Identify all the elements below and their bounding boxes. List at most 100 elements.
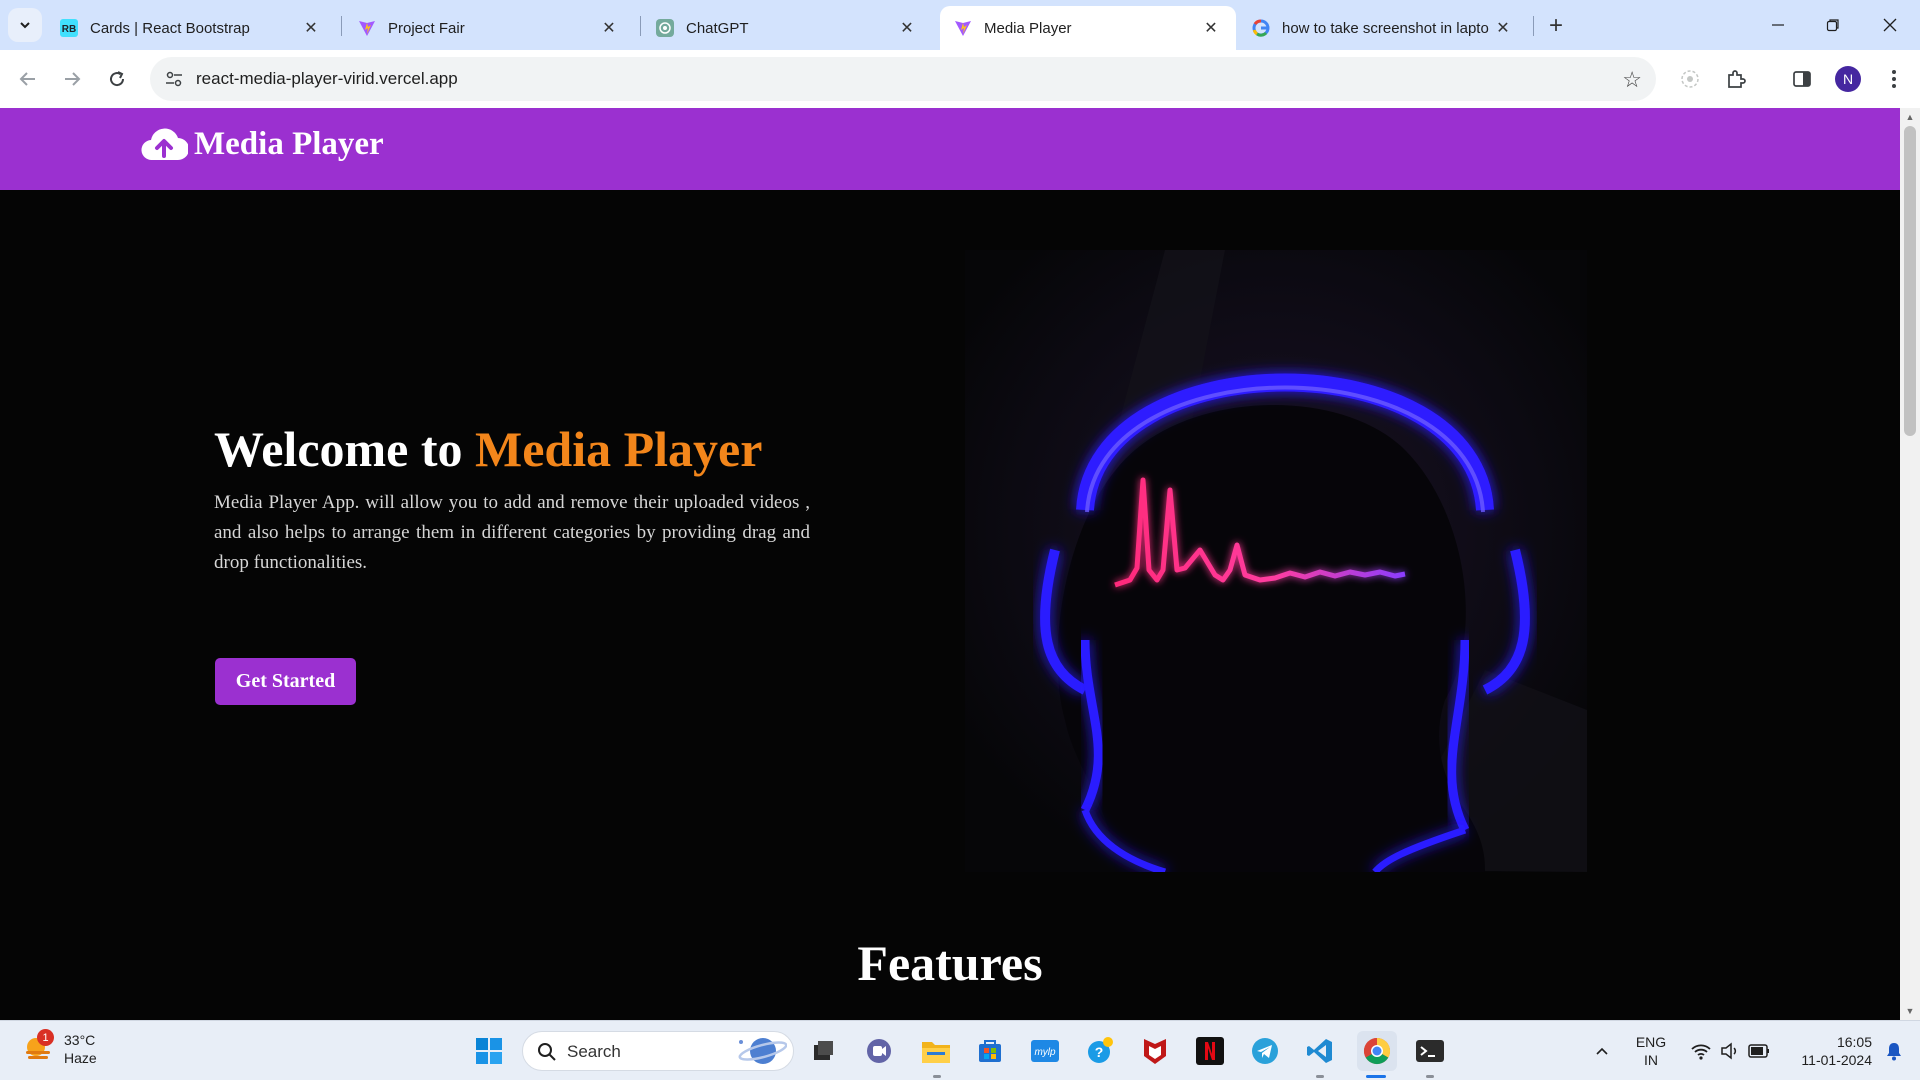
side-panel-icon[interactable] — [1788, 65, 1816, 93]
system-tray-status[interactable] — [1680, 1033, 1780, 1069]
running-indicator — [1426, 1075, 1434, 1078]
tab-google-search[interactable]: how to take screenshot in lapto ✕ — [1238, 6, 1528, 50]
chrome-taskbar-icon[interactable] — [1357, 1031, 1397, 1071]
taskbar-search-box[interactable]: Search — [522, 1031, 794, 1071]
forward-button[interactable] — [56, 63, 88, 95]
language-indicator[interactable]: ENG IN — [1626, 1033, 1676, 1069]
close-icon[interactable]: ✕ — [1492, 17, 1514, 39]
get-started-button[interactable]: Get Started — [215, 658, 356, 705]
running-indicator — [1316, 1075, 1324, 1078]
vite-icon — [954, 19, 972, 37]
weather-alert-badge: 1 — [37, 1029, 54, 1046]
tab-chatgpt[interactable]: ChatGPT ✕ — [642, 6, 932, 50]
weather-temperature: 33°C — [64, 1032, 96, 1048]
start-button[interactable] — [471, 1033, 507, 1069]
tab-cards-react-bootstrap[interactable]: RB Cards | React Bootstrap ✕ — [46, 6, 336, 50]
close-icon[interactable]: ✕ — [1200, 17, 1222, 39]
battery-icon — [1748, 1044, 1769, 1058]
extensions-puzzle-icon[interactable] — [1722, 65, 1750, 93]
close-icon[interactable]: ✕ — [598, 17, 620, 39]
file-explorer-icon[interactable] — [918, 1033, 954, 1069]
tab-title: Media Player — [984, 19, 1072, 37]
close-icon — [1883, 18, 1897, 32]
teams-chat-icon[interactable] — [861, 1033, 897, 1069]
task-view-icon[interactable] — [805, 1033, 841, 1069]
tab-project-fair[interactable]: Project Fair ✕ — [344, 6, 634, 50]
address-bar[interactable]: react-media-player-virid.vercel.app ☆ — [150, 57, 1656, 101]
planet-highlight-icon — [738, 1038, 787, 1064]
browser-tab-strip: RB Cards | React Bootstrap ✕ Project Fai… — [0, 0, 1920, 50]
arrow-right-icon — [65, 72, 81, 86]
tab-separator — [341, 16, 342, 36]
haze-weather-icon: 1 — [22, 1029, 54, 1065]
scroll-down-arrow-icon[interactable]: ▼ — [1905, 1006, 1915, 1016]
reload-icon — [110, 71, 125, 87]
show-hidden-icons-chevron-up-icon[interactable] — [1584, 1033, 1620, 1069]
url-text[interactable]: react-media-player-virid.vercel.app — [196, 69, 458, 89]
scrollbar-thumb[interactable] — [1904, 126, 1916, 436]
scroll-up-arrow-icon[interactable]: ▲ — [1905, 112, 1915, 122]
minimize-button[interactable] — [1758, 8, 1798, 42]
back-button[interactable] — [12, 63, 44, 95]
arrow-left-icon — [19, 72, 35, 86]
search-icon — [538, 1043, 556, 1061]
chevron-down-icon — [20, 22, 30, 29]
language-line-2: IN — [1644, 1052, 1658, 1068]
clock-date: 11-01-2024 — [1801, 1052, 1872, 1068]
mylp-app-icon[interactable]: mylp — [1027, 1033, 1063, 1069]
weather-widget[interactable]: 1 33°C Haze — [22, 1029, 97, 1067]
browser-toolbar: react-media-player-virid.vercel.app ☆ N — [0, 50, 1920, 108]
brand-link[interactable]: Media Player — [140, 124, 384, 164]
microsoft-store-icon[interactable] — [972, 1033, 1008, 1069]
mcafee-icon[interactable] — [1137, 1033, 1173, 1069]
netflix-icon[interactable] — [1192, 1033, 1228, 1069]
notification-bell-icon[interactable] — [1876, 1033, 1912, 1069]
tab-media-player[interactable]: Media Player ✕ — [940, 6, 1236, 50]
hero-headphones-image — [965, 250, 1587, 872]
restore-icon — [1826, 19, 1839, 32]
chatgpt-icon — [656, 19, 674, 37]
weather-condition: Haze — [64, 1050, 97, 1066]
tab-separator — [640, 16, 641, 36]
wifi-icon — [1691, 1044, 1711, 1060]
plus-icon: + — [1548, 12, 1563, 39]
bookmark-star-icon[interactable]: ☆ — [1622, 67, 1642, 93]
kebab-menu-icon[interactable] — [1880, 65, 1908, 93]
search-label: Search — [567, 1042, 621, 1061]
hero-title-prefix: Welcome to — [214, 421, 476, 477]
tab-search-button[interactable] — [8, 8, 42, 42]
windows-logo-icon — [476, 1038, 502, 1064]
brand-title: Media Player — [194, 125, 384, 162]
terminal-icon[interactable] — [1412, 1033, 1448, 1069]
site-info-icon[interactable] — [164, 69, 184, 89]
cloud-upload-icon — [141, 128, 188, 161]
svg-text:mylp: mylp — [1034, 1047, 1056, 1058]
hero-title-accent: Media Player — [475, 421, 763, 477]
windows-taskbar: 1 33°C Haze Search mylp ? ENG IN 16:05 1… — [0, 1020, 1920, 1080]
tab-title: Cards | React Bootstrap — [90, 19, 250, 37]
tab-separator — [1533, 16, 1534, 36]
restore-button[interactable] — [1813, 8, 1853, 42]
close-icon[interactable]: ✕ — [300, 17, 322, 39]
clock[interactable]: 16:05 11-01-2024 — [1782, 1033, 1872, 1069]
app-navbar: Media Player — [0, 108, 1900, 190]
active-app-indicator — [1366, 1075, 1386, 1078]
profile-avatar[interactable]: N — [1835, 66, 1861, 92]
svg-text:?: ? — [1095, 1044, 1104, 1060]
new-tab-button[interactable]: + — [1542, 12, 1570, 40]
features-heading: Features — [857, 935, 1043, 991]
extension-loading-icon[interactable] — [1676, 65, 1704, 93]
tab-title: Project Fair — [388, 19, 465, 37]
telegram-icon[interactable] — [1247, 1033, 1283, 1069]
get-help-icon[interactable]: ? — [1082, 1033, 1118, 1069]
vscode-icon[interactable] — [1302, 1033, 1338, 1069]
google-icon — [1252, 19, 1270, 37]
close-window-button[interactable] — [1870, 8, 1910, 42]
vite-icon — [358, 19, 376, 37]
react-bootstrap-icon: RB — [60, 19, 78, 37]
hero-description: Media Player App. will allow you to add … — [214, 492, 810, 573]
page-scrollbar[interactable]: ▲ ▼ — [1900, 108, 1920, 1020]
close-icon[interactable]: ✕ — [896, 17, 918, 39]
volume-icon — [1721, 1042, 1737, 1060]
reload-button[interactable] — [101, 63, 133, 95]
